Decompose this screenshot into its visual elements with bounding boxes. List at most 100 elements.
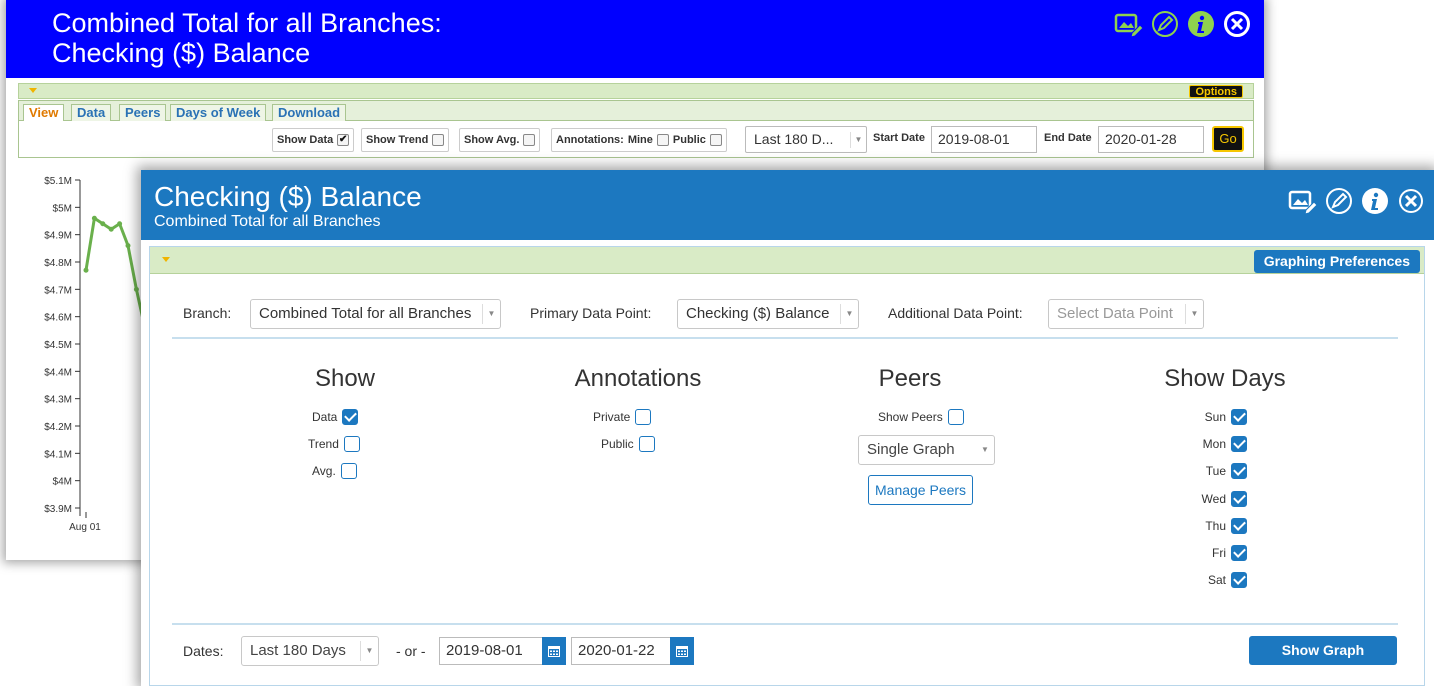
data-point[interactable] [125, 243, 131, 249]
close-icon[interactable] [1222, 9, 1252, 39]
back-title-line2: Checking ($) Balance [52, 38, 311, 68]
show-heading: Show [314, 365, 376, 392]
day-checkbox[interactable] [1231, 409, 1247, 425]
range-select[interactable]: Last 180 D... ▼ [745, 126, 867, 153]
primary-data-point-select[interactable]: Checking ($) Balance ▼ [677, 299, 859, 329]
data-point[interactable] [133, 286, 139, 292]
show-avg-row[interactable]: Avg. [312, 463, 357, 479]
graph-mode-value: Single Graph [867, 441, 955, 458]
data-point[interactable] [83, 267, 89, 273]
end-date-input[interactable]: 2020-01-22 [571, 637, 671, 665]
show-avg-checkbox[interactable] [340, 463, 357, 479]
show-trend-checkbox[interactable] [432, 134, 445, 146]
show-data-checkbox[interactable]: ✔ [337, 134, 350, 146]
back-controls-panel: View Data Peers Days of Week Download Sh… [18, 100, 1254, 158]
show-peers-row[interactable]: Show Peers [878, 409, 964, 425]
pencil-icon[interactable] [1324, 186, 1354, 216]
additional-data-point-select[interactable]: Select Data Point ▼ [1048, 299, 1204, 329]
day-label: Fri [1212, 546, 1226, 560]
x-tick-label: Aug 01 [69, 522, 101, 533]
y-tick-label: $4M [53, 477, 72, 488]
show-trend-checkbox[interactable] [343, 436, 360, 452]
back-title-icons [1114, 9, 1252, 39]
branch-label: Branch: [183, 305, 232, 321]
preferences-strip: Graphing Preferences [150, 247, 1424, 274]
show-data-checkbox[interactable] [342, 409, 359, 425]
show-avg-toggle[interactable]: Show Avg. [459, 128, 541, 152]
show-data-row[interactable]: Data [312, 409, 359, 425]
primary-data-point-label: Primary Data Point: [530, 305, 652, 321]
public-checkbox[interactable] [709, 134, 722, 146]
info-icon[interactable] [1360, 186, 1390, 216]
data-point[interactable] [108, 226, 114, 232]
y-tick-label: $4.8M [44, 258, 72, 269]
tab-data[interactable]: Data [71, 104, 112, 121]
public-checkbox[interactable] [638, 436, 655, 452]
graph-mode-select[interactable]: Single Graph ▼ [858, 435, 995, 465]
front-title-icons [1288, 186, 1426, 216]
annotations-private-row[interactable]: Private [593, 409, 652, 425]
day-checkbox[interactable] [1231, 545, 1247, 561]
pencil-icon[interactable] [1150, 9, 1180, 39]
graphing-preferences-button[interactable]: Graphing Preferences [1253, 250, 1420, 273]
info-icon[interactable] [1186, 9, 1216, 39]
annotations-heading: Annotations [574, 365, 702, 392]
day-wed-row[interactable]: Wed [1202, 491, 1247, 507]
y-tick-label: $4.7M [44, 285, 72, 296]
image-edit-icon[interactable] [1114, 9, 1144, 39]
data-point[interactable] [117, 221, 123, 227]
calendar-icon[interactable] [542, 637, 566, 665]
close-icon[interactable] [1396, 186, 1426, 216]
chevron-down-icon: ▼ [840, 304, 858, 324]
day-checkbox[interactable] [1231, 463, 1247, 479]
calendar-icon[interactable] [670, 637, 694, 665]
day-tue-row[interactable]: Tue [1206, 463, 1247, 479]
end-date-input[interactable]: 2020-01-28 [1098, 126, 1204, 153]
chevron-down-icon: ▼ [1185, 304, 1203, 324]
show-graph-button[interactable]: Show Graph [1249, 636, 1397, 665]
dates-range-select[interactable]: Last 180 Days ▼ [241, 636, 379, 666]
day-label: Mon [1202, 437, 1226, 451]
day-sun-row[interactable]: Sun [1205, 409, 1247, 425]
day-label: Tue [1205, 464, 1226, 478]
day-fri-row[interactable]: Fri [1212, 545, 1247, 561]
annotations-public-row[interactable]: Public [601, 436, 655, 452]
day-checkbox[interactable] [1231, 436, 1247, 452]
show-trend-row[interactable]: Trend [308, 436, 360, 452]
graphing-preferences-window: Checking ($) Balance Combined Total for … [141, 170, 1434, 686]
tab-download[interactable]: Download [272, 104, 347, 121]
chevron-down-icon: ▼ [482, 304, 500, 324]
data-point[interactable] [100, 221, 106, 227]
image-edit-icon[interactable] [1288, 186, 1318, 216]
show-peers-checkbox[interactable] [947, 409, 964, 425]
mine-checkbox[interactable] [656, 134, 669, 146]
tab-days-of-week[interactable]: Days of Week [170, 104, 267, 121]
range-select-value: Last 180 D... [754, 131, 834, 147]
day-checkbox[interactable] [1231, 572, 1247, 588]
day-label: Sat [1207, 573, 1226, 587]
show-trend-toggle[interactable]: Show Trend [361, 128, 450, 152]
y-tick-label: $4.9M [44, 231, 72, 242]
start-date-input[interactable]: 2019-08-01 [439, 637, 543, 665]
branch-select[interactable]: Combined Total for all Branches ▼ [250, 299, 501, 329]
tab-view[interactable]: View [23, 104, 65, 121]
start-date-input[interactable]: 2019-08-01 [931, 126, 1037, 153]
day-sat-row[interactable]: Sat [1208, 572, 1247, 588]
go-button[interactable]: Go [1212, 126, 1244, 152]
show-avg-checkbox[interactable] [523, 134, 536, 146]
public-label: Public [601, 437, 634, 451]
show-avg-label: Show Avg. [464, 134, 520, 146]
data-point[interactable] [91, 215, 97, 221]
show-data-toggle[interactable]: Show Data ✔ [272, 128, 355, 152]
options-button[interactable]: Options [1189, 85, 1243, 98]
tab-peers[interactable]: Peers [119, 104, 167, 121]
collapse-arrow-icon[interactable] [162, 257, 170, 262]
collapse-arrow-icon[interactable] [29, 88, 37, 93]
day-mon-row[interactable]: Mon [1203, 436, 1247, 452]
day-thu-row[interactable]: Thu [1205, 518, 1247, 534]
start-date-label: Start Date [873, 132, 925, 144]
day-checkbox[interactable] [1231, 491, 1247, 507]
private-checkbox[interactable] [635, 409, 652, 425]
manage-peers-button[interactable]: Manage Peers [868, 475, 974, 505]
day-checkbox[interactable] [1231, 518, 1247, 534]
